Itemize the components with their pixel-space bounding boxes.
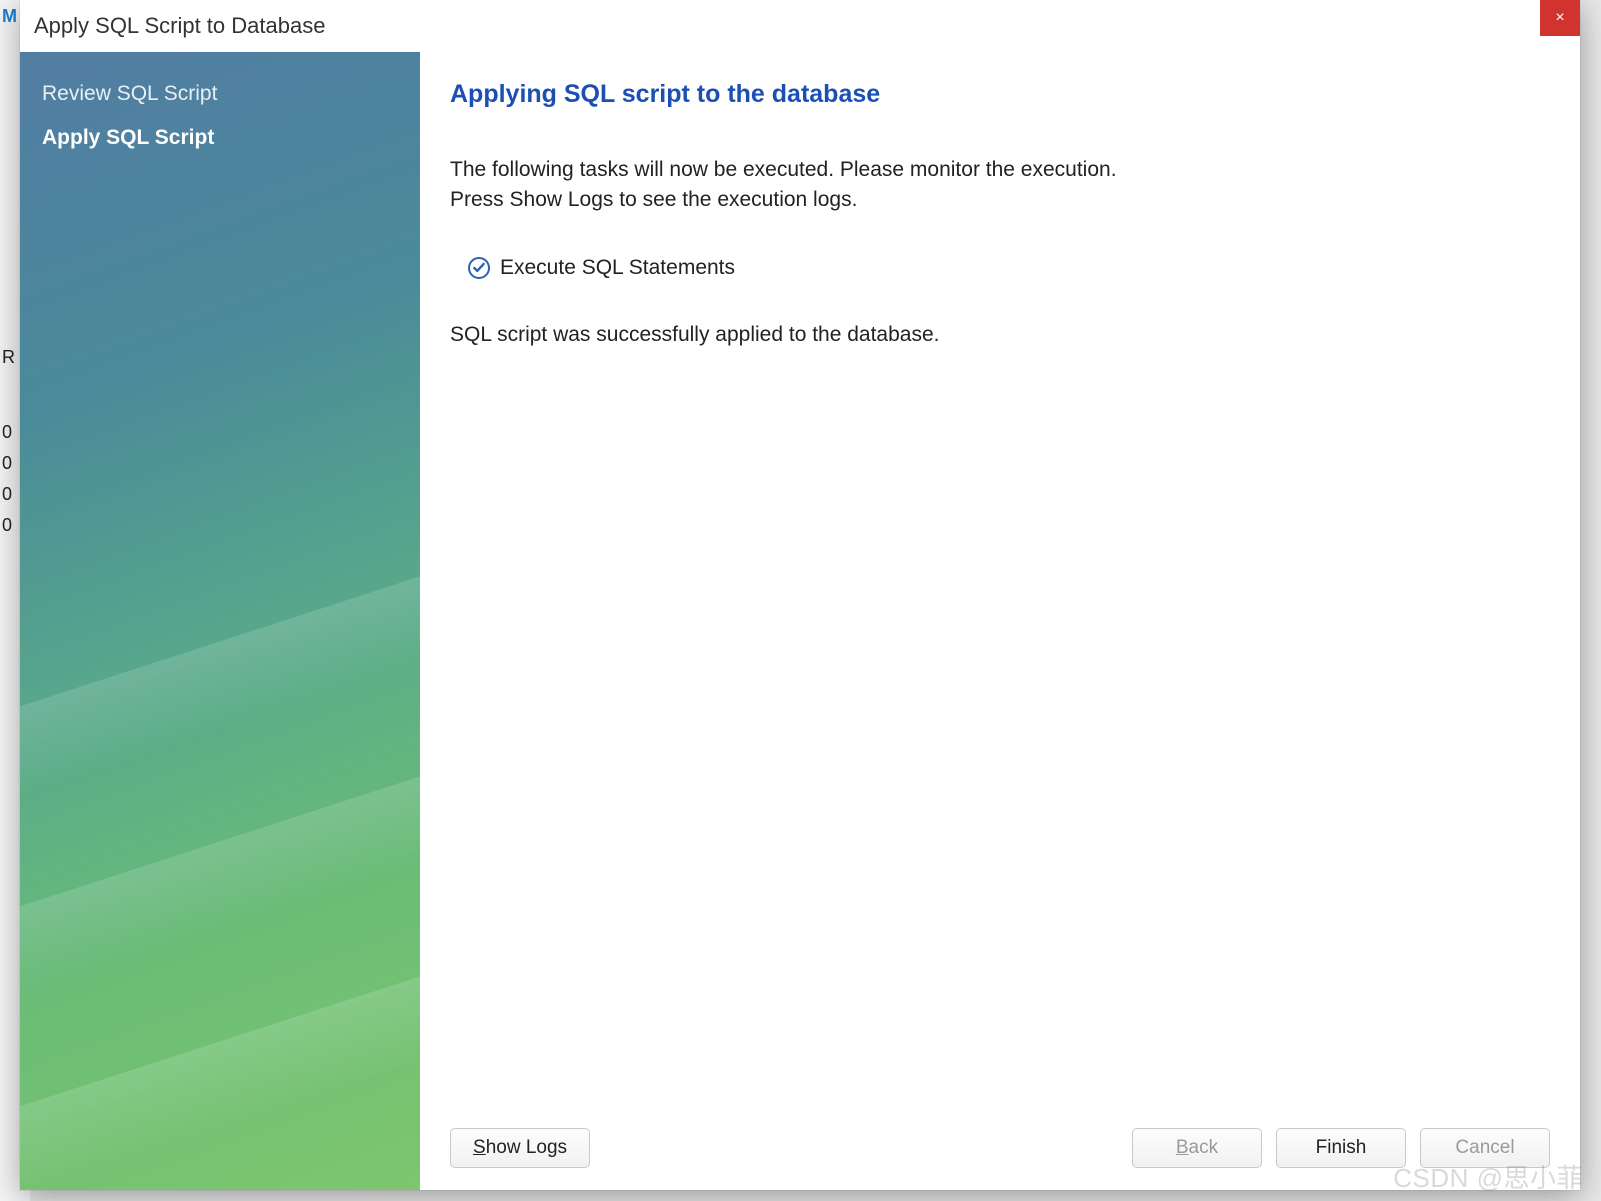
result-text: SQL script was successfully applied to t… — [450, 320, 1550, 350]
intro-text-line2: Press Show Logs to see the execution log… — [450, 185, 1550, 215]
wizard-step-label: Apply SQL Script — [42, 126, 214, 149]
close-button[interactable]: × — [1540, 0, 1580, 36]
back-button[interactable]: Back — [1132, 1128, 1262, 1168]
wizard-step-apply[interactable]: Apply SQL Script — [42, 116, 420, 160]
dialog-title: Apply SQL Script to Database — [34, 13, 325, 39]
checkmark-icon — [468, 257, 490, 279]
apply-sql-dialog: Apply SQL Script to Database × Review SQ… — [20, 0, 1580, 1190]
show-logs-button[interactable]: Show Logs — [450, 1128, 590, 1168]
wizard-step-review[interactable]: Review SQL Script — [42, 72, 420, 116]
intro-text-line1: The following tasks will now be executed… — [450, 155, 1550, 185]
page-heading: Applying SQL script to the database — [450, 80, 1550, 109]
task-label: Execute SQL Statements — [500, 256, 735, 280]
task-row: Execute SQL Statements — [468, 256, 1550, 280]
close-icon: × — [1555, 9, 1564, 27]
wizard-step-label: Review SQL Script — [42, 82, 217, 105]
wizard-sidebar: Review SQL Script Apply SQL Script — [20, 52, 420, 1190]
titlebar: Apply SQL Script to Database × — [20, 0, 1580, 52]
finish-button[interactable]: Finish — [1276, 1128, 1406, 1168]
main-panel: Applying SQL script to the database The … — [420, 52, 1580, 1190]
button-row: Show Logs Back Finish Cancel — [450, 1128, 1550, 1168]
cancel-button[interactable]: Cancel — [1420, 1128, 1550, 1168]
